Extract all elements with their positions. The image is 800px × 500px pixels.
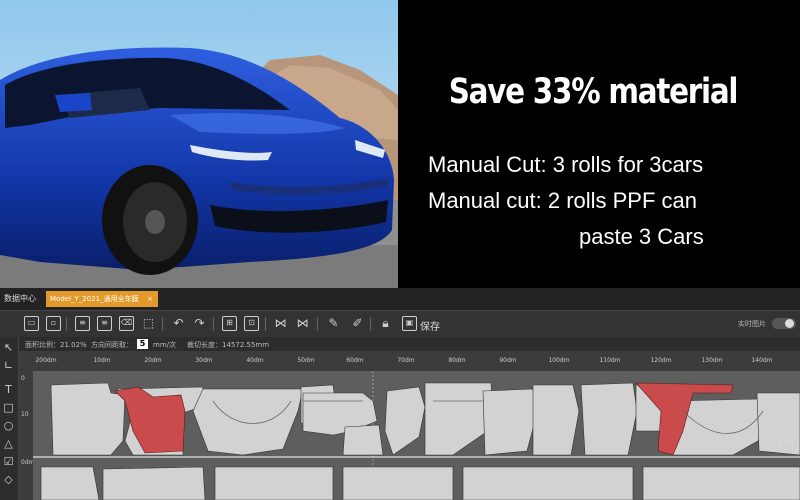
info-bar: 面积比例：21.02% 方向间距取： 5 mm/次 裁切长度：14572.55m… — [19, 337, 800, 351]
rectangle-tool-icon[interactable]: □ — [2, 401, 15, 414]
tab-active-label: Model_Y_2021_通用全车膜 — [50, 295, 139, 303]
promo-line-2: Manual cut: 2 rolls PPF can — [428, 188, 698, 213]
tab-active-file[interactable]: Model_Y_2021_通用全车膜 × — [46, 291, 158, 307]
cutting-software-window: 数据中心 Model_Y_2021_通用全车膜 × ▭ ▫ ≡ ≡ ⌫ ⬚ ↶ … — [0, 288, 800, 500]
film-piece — [580, 382, 638, 456]
ruler-label: 70dm — [397, 357, 415, 364]
film-piece — [342, 466, 454, 500]
ruler-label: 130dm — [701, 357, 723, 364]
vruler-label: 10 — [21, 411, 29, 418]
circle-tool-icon[interactable]: ○ — [2, 419, 15, 432]
film-piece — [50, 382, 126, 456]
film-piece — [102, 466, 206, 500]
promo-headline: Save 33% material — [448, 72, 739, 112]
direction-spinbox[interactable]: 5 — [137, 339, 148, 349]
mirror-horizontal-icon[interactable]: ⋈ — [273, 316, 288, 331]
print-icon[interactable]: ▭ — [24, 316, 39, 331]
toolbar: ▭ ▫ ≡ ≡ ⌫ ⬚ ↶ ↷ ⊞ ⊡ ⋈ ⋈ ✎ ✐ 🔒︎ ▣ 保存 实时图片 — [0, 311, 800, 337]
left-tool-palette: ↖ ∟ T □ ○ △ ☑ ◇ — [0, 337, 19, 500]
promo-line-3: paste 3 Cars — [579, 224, 704, 249]
group-icon[interactable]: ⊞ — [222, 316, 237, 331]
ruler-label: 110dm — [599, 357, 621, 364]
ruler-label: 100dm — [548, 357, 570, 364]
eraser-icon[interactable]: ⬚ — [141, 316, 156, 331]
ruler-label: 60dm — [346, 357, 364, 364]
film-piece — [462, 466, 634, 500]
promo-line-1: Manual Cut: 3 rolls for 3cars — [428, 152, 704, 177]
ruler-label: 20dm — [144, 357, 162, 364]
realtime-image-label: 实时图片 — [738, 320, 766, 328]
ruler-label: 50dm — [297, 357, 315, 364]
delete-icon[interactable]: ⌫ — [119, 316, 134, 331]
corner-tool-icon[interactable]: ∟ — [2, 359, 15, 372]
direction-unit: mm/次 — [153, 341, 176, 349]
undo-icon[interactable]: ↶ — [171, 316, 186, 331]
text-tool-icon[interactable]: T — [2, 383, 15, 396]
toggle-knob — [785, 319, 794, 328]
film-piece — [40, 466, 100, 500]
ungroup-icon[interactable]: ⊡ — [244, 316, 259, 331]
horizontal-ruler: 200dm 10dm 20dm 30dm 40dm 50dm 60dm 70dm… — [19, 351, 800, 372]
diamond-tool-icon[interactable]: ◇ — [2, 473, 15, 486]
film-piece — [482, 388, 536, 456]
lock-icon[interactable]: 🔒︎ — [378, 316, 393, 331]
film-piece — [342, 424, 384, 456]
export-icon[interactable]: ▫ — [46, 316, 61, 331]
vruler-label: 0 — [21, 375, 25, 382]
save-label[interactable]: 保存 — [420, 318, 440, 333]
ruler-label: 10dm — [93, 357, 111, 364]
ruler-label: 30dm — [195, 357, 213, 364]
select-arrow-icon[interactable]: ↖ — [2, 341, 15, 354]
triangle-tool-icon[interactable]: △ — [2, 437, 15, 450]
paste-icon[interactable]: ≡ — [97, 316, 112, 331]
pen-icon[interactable]: ✐ — [350, 316, 365, 331]
tab-data-center[interactable]: 数据中心 — [4, 293, 36, 304]
edit-node-icon[interactable]: ✎ — [326, 316, 341, 331]
vertical-ruler: 0 10 0dm — [19, 371, 34, 500]
mirror-vertical-icon[interactable]: ⋈ — [295, 316, 310, 331]
promo-panel: Save 33% material Manual Cut: 3 rolls fo… — [398, 0, 800, 288]
ruler-label: 40dm — [246, 357, 264, 364]
tab-bar: 数据中心 Model_Y_2021_通用全车膜 × — [0, 288, 800, 311]
checkbox-tool-icon[interactable]: ☑ — [2, 455, 15, 468]
direction-label: 方向间距取： — [91, 341, 133, 349]
ruler-label: 140dm — [751, 357, 773, 364]
ruler-label: 90dm — [499, 357, 517, 364]
nesting-canvas[interactable]: 2.73 — [33, 371, 800, 500]
copy-icon[interactable]: ≡ — [75, 316, 90, 331]
close-tab-icon[interactable]: × — [147, 291, 153, 307]
film-piece — [532, 384, 580, 456]
canvas-edge-label: 2.73 — [778, 439, 794, 447]
save-icon[interactable]: ▣ — [402, 316, 417, 331]
film-piece — [642, 466, 800, 500]
realtime-image-toggle[interactable] — [772, 318, 796, 329]
film-piece — [192, 388, 304, 456]
pattern-layout[interactable]: 2.73 — [33, 371, 800, 500]
redo-icon[interactable]: ↷ — [192, 316, 207, 331]
ruler-label: 200dm — [35, 357, 57, 364]
car-photo — [0, 0, 398, 288]
usage-rate: 面积比例：21.02% — [25, 341, 87, 349]
ruler-label: 80dm — [448, 357, 466, 364]
film-piece — [214, 466, 334, 500]
ruler-label: 120dm — [650, 357, 672, 364]
layout-length: 裁切长度：14572.55mm — [187, 341, 270, 349]
selected-piece — [114, 386, 186, 454]
film-piece — [384, 386, 426, 456]
